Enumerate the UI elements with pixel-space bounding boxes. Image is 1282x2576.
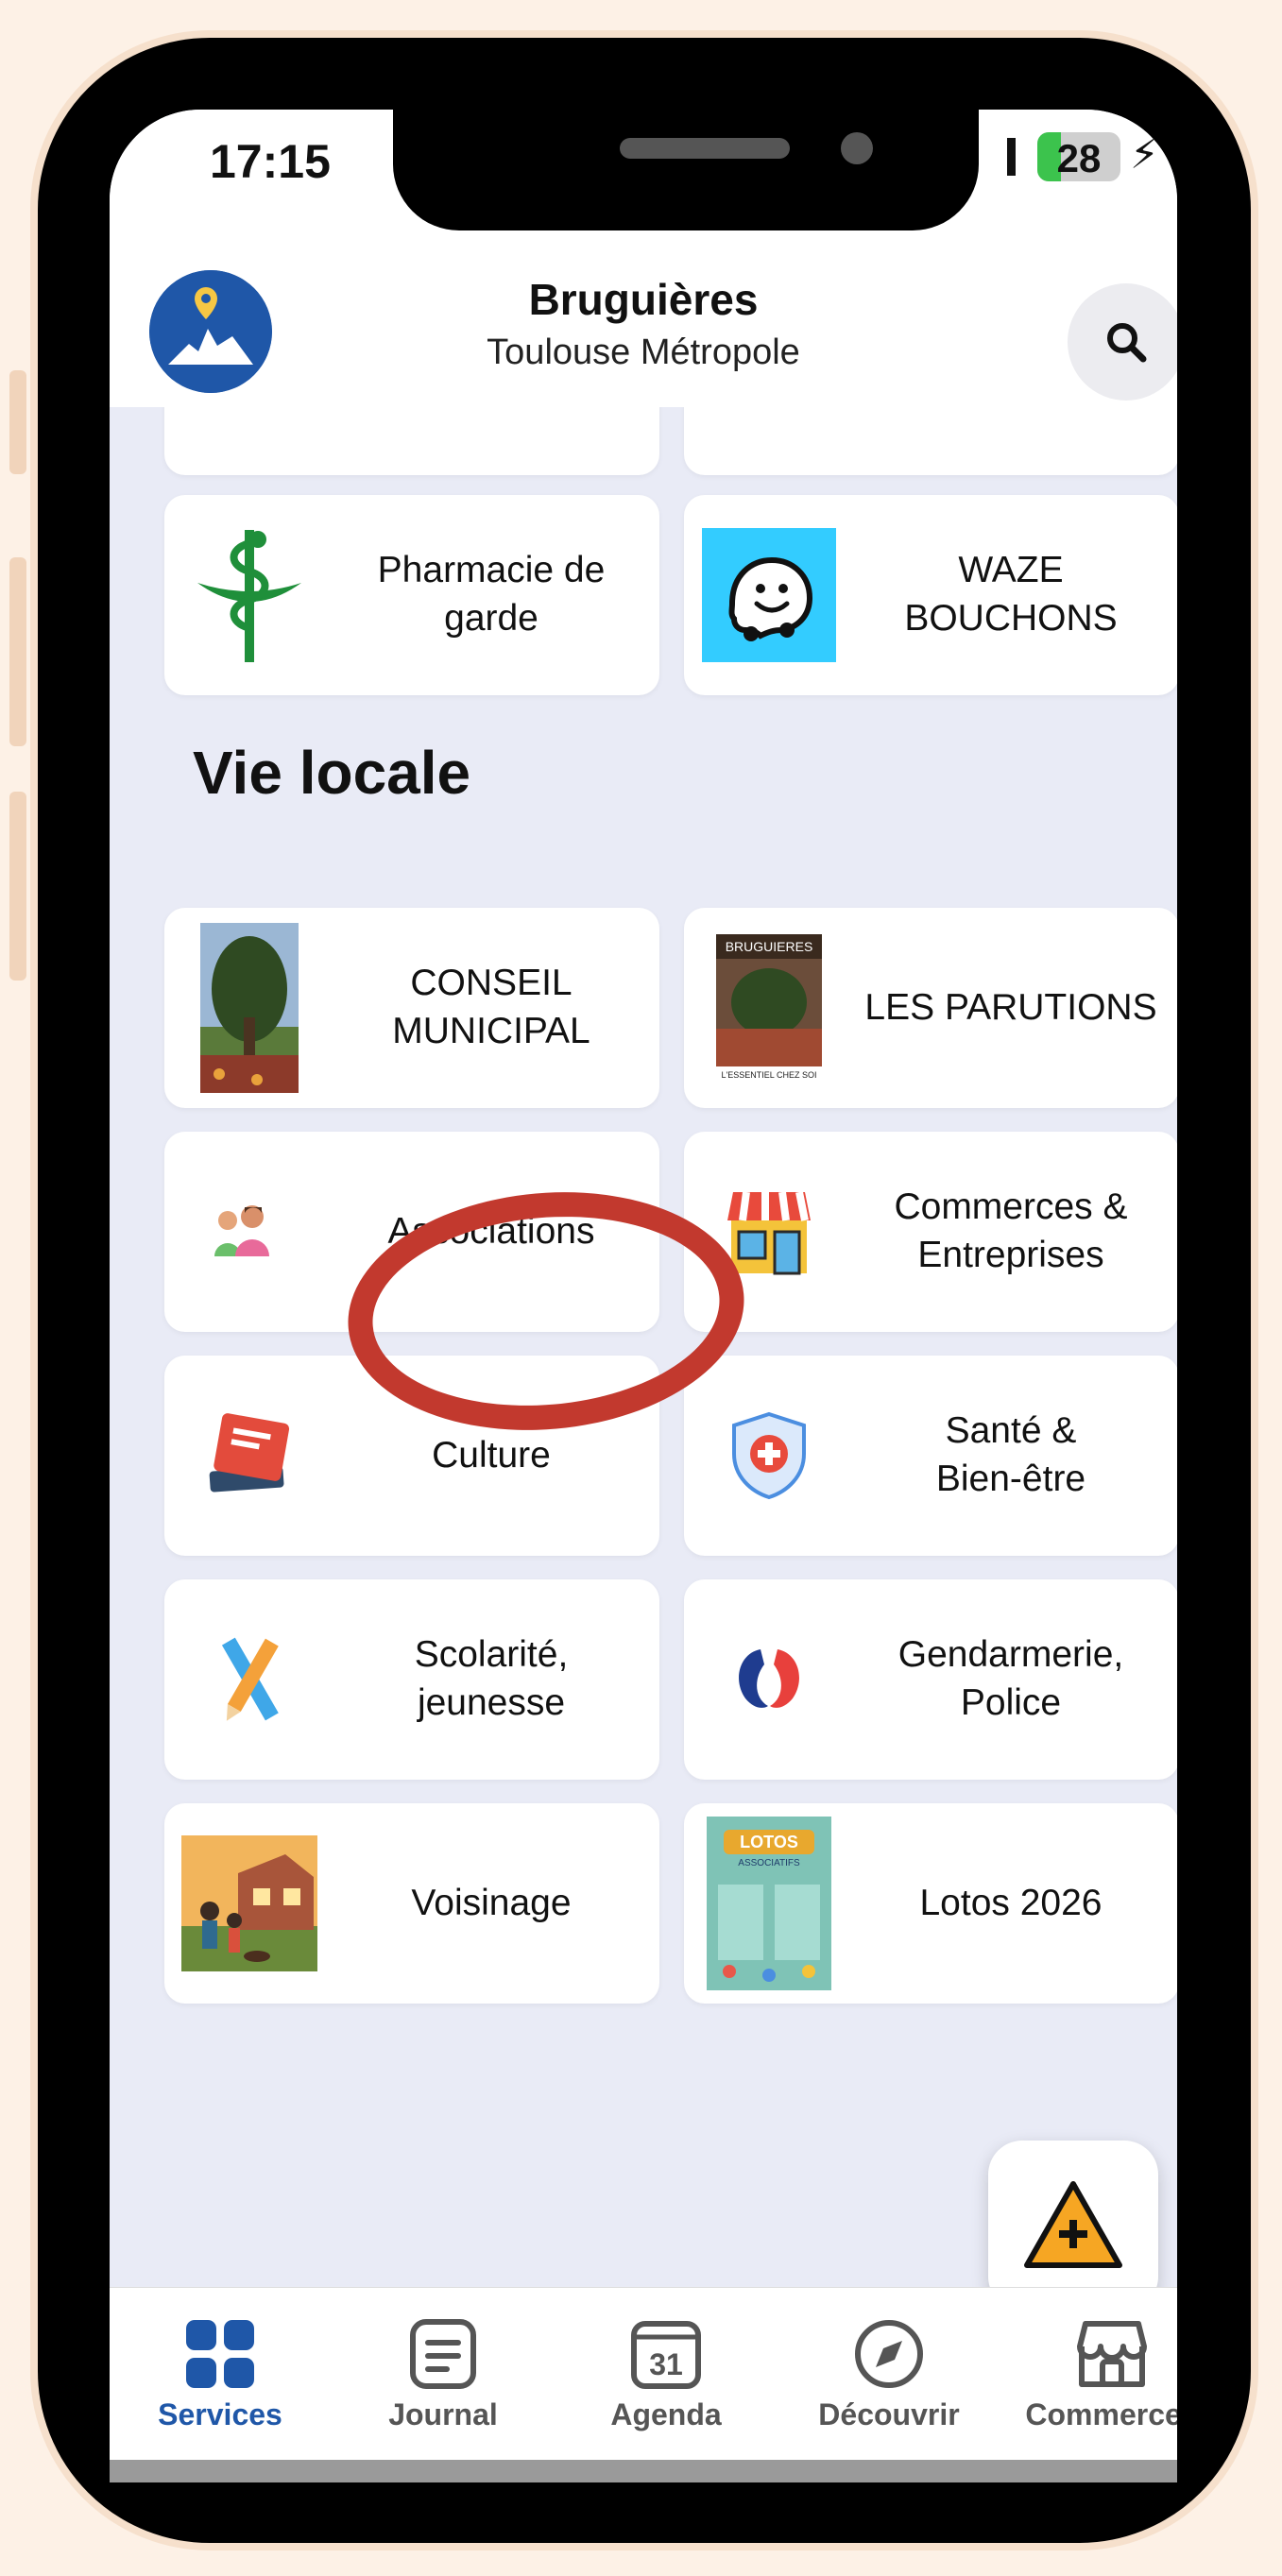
phone-side-button <box>9 370 26 474</box>
card-label: Culture <box>432 1434 551 1476</box>
phone-frame: 17:15 28 ⚡ Bruguières Toulouse Métropole <box>30 30 1258 2550</box>
front-camera <box>841 132 873 164</box>
lotos-poster: LOTOS ASSOCIATIFS <box>684 1803 854 2004</box>
phone-side-button <box>9 792 26 981</box>
services-content[interactable]: Pharmacie de garde WAZE BOUCHONS Vie loc… <box>110 407 1177 2287</box>
card-sante[interactable]: Santé & Bien-être <box>684 1356 1177 1556</box>
tab-label: Commerces <box>1025 2397 1177 2431</box>
card-label: WAZE BOUCHONS <box>904 550 1118 639</box>
search-button[interactable] <box>1068 283 1177 401</box>
police-emblem-icon <box>684 1579 854 1780</box>
card-label: Santé & Bien-être <box>935 1410 1086 1499</box>
card-label: Lotos 2026 <box>919 1882 1103 1923</box>
card-voisinage[interactable]: Voisinage <box>164 1803 659 2004</box>
neighbourhood-photo <box>164 1803 334 2004</box>
card-conseil-municipal[interactable]: CONSEIL MUNICIPAL <box>164 908 659 1108</box>
page-title: Bruguières <box>528 275 759 324</box>
pencil-ruler-icon <box>164 1579 334 1780</box>
parutions-cover-tagline: L'ESSENTIEL CHEZ SOI <box>722 1070 817 1080</box>
journal-icon <box>344 2316 542 2392</box>
phone-side-button <box>9 557 26 746</box>
lotos-poster-subtitle: ASSOCIATIFS <box>738 1858 800 1868</box>
card-label: Gendarmerie, Police <box>897 1634 1124 1723</box>
tab-commerces[interactable]: Commerces <box>1013 2316 1177 2432</box>
card-label: LES PARUTIONS <box>864 986 1157 1028</box>
card-label: Commerces & Entreprises <box>894 1186 1128 1275</box>
partial-card[interactable] <box>164 407 659 475</box>
tab-services[interactable]: Services <box>121 2316 319 2432</box>
store-icon <box>1013 2316 1177 2392</box>
tab-label: Agenda <box>610 2397 722 2431</box>
card-associations[interactable]: Associations <box>164 1132 659 1332</box>
battery-level: 28 <box>1056 136 1102 180</box>
tab-decouvrir[interactable]: Découvrir <box>790 2316 988 2432</box>
card-gendarmerie[interactable]: Gendarmerie, Police <box>684 1579 1177 1780</box>
card-label: Pharmacie de garde <box>377 550 606 639</box>
card-commerces-entreprises[interactable]: Commerces & Entreprises <box>684 1132 1177 1332</box>
card-culture[interactable]: Culture <box>164 1356 659 1556</box>
people-icon <box>164 1132 334 1332</box>
charging-bolt-icon: ⚡ <box>1130 130 1159 179</box>
calendar-day: 31 <box>649 2347 683 2381</box>
card-label: Associations <box>387 1210 595 1252</box>
health-shield-icon <box>684 1356 854 1556</box>
card-parutions[interactable]: BRUGUIERES L'ESSENTIEL CHEZ SOI LES PARU… <box>684 908 1177 1108</box>
status-time: 17:15 <box>210 135 331 188</box>
lotos-poster-title: LOTOS <box>740 1833 798 1851</box>
book-icon <box>164 1356 334 1556</box>
compass-icon <box>790 2316 988 2392</box>
card-lotos[interactable]: LOTOS ASSOCIATIFS Lotos 2026 <box>684 1803 1177 2004</box>
system-navigation-bar <box>110 2460 1177 2482</box>
app-screen: 17:15 28 ⚡ Bruguières Toulouse Métropole <box>110 110 1177 2482</box>
phone-notch <box>393 110 979 230</box>
tab-journal[interactable]: Journal <box>344 2316 542 2432</box>
tab-agenda[interactable]: 31 Agenda <box>567 2316 765 2432</box>
tab-label: Journal <box>388 2397 498 2431</box>
warning-plus-icon <box>1024 2181 1122 2268</box>
waze-icon <box>684 495 854 695</box>
conseil-photo <box>164 908 334 1108</box>
parutions-cover: BRUGUIERES L'ESSENTIEL CHEZ SOI <box>684 908 854 1108</box>
tab-label: Services <box>158 2397 282 2431</box>
shop-icon <box>684 1132 854 1332</box>
app-header: Bruguières Toulouse Métropole <box>110 213 1177 407</box>
signal-icon <box>1007 138 1019 176</box>
partial-card[interactable] <box>684 407 1177 475</box>
speaker-grille <box>620 138 790 159</box>
tab-label: Découvrir <box>818 2397 960 2431</box>
bottom-tab-bar: Services Journal 31 Agenda Découvrir Com… <box>110 2287 1177 2461</box>
card-scolarite[interactable]: Scolarité, jeunesse <box>164 1579 659 1780</box>
search-icon <box>1107 323 1147 363</box>
calendar-icon: 31 <box>567 2316 765 2392</box>
card-pharmacie[interactable]: Pharmacie de garde <box>164 495 659 695</box>
battery-icon: 28 <box>1037 132 1120 181</box>
section-title: Vie locale <box>193 739 471 807</box>
services-grid-icon <box>121 2316 319 2392</box>
card-waze[interactable]: WAZE BOUCHONS <box>684 495 1177 695</box>
page-subtitle: Toulouse Métropole <box>487 333 800 372</box>
card-label: Scolarité, jeunesse <box>414 1634 569 1723</box>
pharmacy-caduceus-icon <box>164 495 334 695</box>
parutions-cover-title: BRUGUIERES <box>726 939 813 954</box>
card-label: Voisinage <box>411 1882 572 1923</box>
card-label: CONSEIL MUNICIPAL <box>392 963 590 1051</box>
report-alert-button[interactable] <box>988 2141 1158 2287</box>
